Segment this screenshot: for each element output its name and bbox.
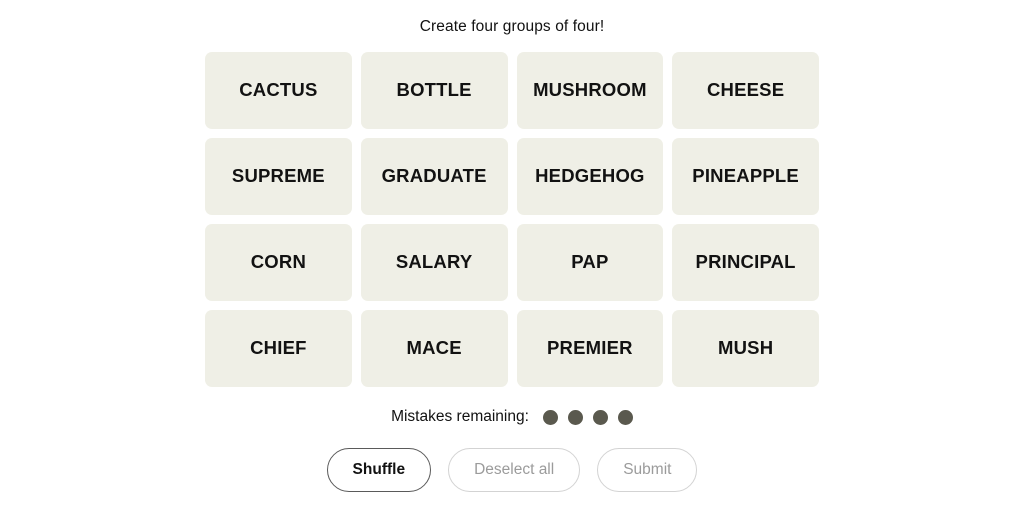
mistake-dot-icon — [567, 409, 583, 425]
word-tile[interactable]: PINEAPPLE — [672, 138, 819, 215]
mistakes-remaining: Mistakes remaining: — [391, 406, 633, 428]
word-tile[interactable]: CHIEF — [205, 310, 352, 387]
word-tile[interactable]: CORN — [205, 224, 352, 301]
word-tile-label: MACE — [406, 337, 462, 359]
word-tile[interactable]: CHEESE — [672, 52, 819, 129]
word-grid: CACTUS BOTTLE MUSHROOM CHEESE SUPREME GR… — [205, 52, 819, 387]
word-tile[interactable]: PREMIER — [516, 310, 664, 387]
word-tile-label: GRADUATE — [381, 165, 487, 187]
word-tile[interactable]: SALARY — [360, 224, 508, 301]
word-tile[interactable]: HEDGEHOG — [516, 138, 664, 215]
deselect-all-button[interactable]: Deselect all — [448, 448, 581, 492]
word-tile[interactable]: SUPREME — [205, 138, 352, 215]
mistake-dot-icon — [542, 409, 558, 425]
connections-game: Create four groups of four! CACTUS BOTTL… — [0, 0, 1024, 528]
word-tile[interactable]: PRINCIPAL — [672, 224, 819, 301]
word-tile-label: MUSHROOM — [533, 79, 647, 101]
word-tile-label: BOTTLE — [396, 79, 472, 101]
word-tile-label: PINEAPPLE — [692, 165, 799, 187]
word-tile[interactable]: MUSHROOM — [516, 52, 664, 129]
word-tile[interactable]: BOTTLE — [360, 52, 508, 129]
word-tile[interactable]: MUSH — [672, 310, 819, 387]
word-tile-label: PAP — [571, 251, 609, 273]
word-tile-label: CORN — [250, 251, 307, 273]
shuffle-button[interactable]: Shuffle — [326, 448, 432, 492]
action-buttons: Shuffle Deselect all Submit — [326, 448, 698, 492]
word-tile-label: CACTUS — [239, 79, 318, 101]
word-tile-label: MUSH — [717, 337, 774, 359]
word-tile-label: CHEESE — [706, 79, 785, 101]
mistakes-dots — [542, 409, 633, 425]
word-tile-label: HEDGEHOG — [535, 165, 645, 187]
submit-button[interactable]: Submit — [597, 448, 698, 492]
word-tile-label: SALARY — [395, 251, 473, 273]
word-tile-label: PRINCIPAL — [695, 251, 796, 273]
word-tile[interactable]: PAP — [516, 224, 664, 301]
instruction-text: Create four groups of four! — [419, 18, 605, 35]
mistakes-label: Mistakes remaining: — [391, 408, 529, 425]
word-tile[interactable]: MACE — [360, 310, 508, 387]
mistake-dot-icon — [592, 409, 608, 425]
mistake-dot-icon — [617, 409, 633, 425]
word-tile[interactable]: CACTUS — [205, 52, 352, 129]
word-tile[interactable]: GRADUATE — [360, 138, 508, 215]
word-tile-label: PREMIER — [547, 337, 633, 359]
word-tile-label: SUPREME — [231, 165, 325, 187]
word-tile-label: CHIEF — [250, 337, 307, 359]
